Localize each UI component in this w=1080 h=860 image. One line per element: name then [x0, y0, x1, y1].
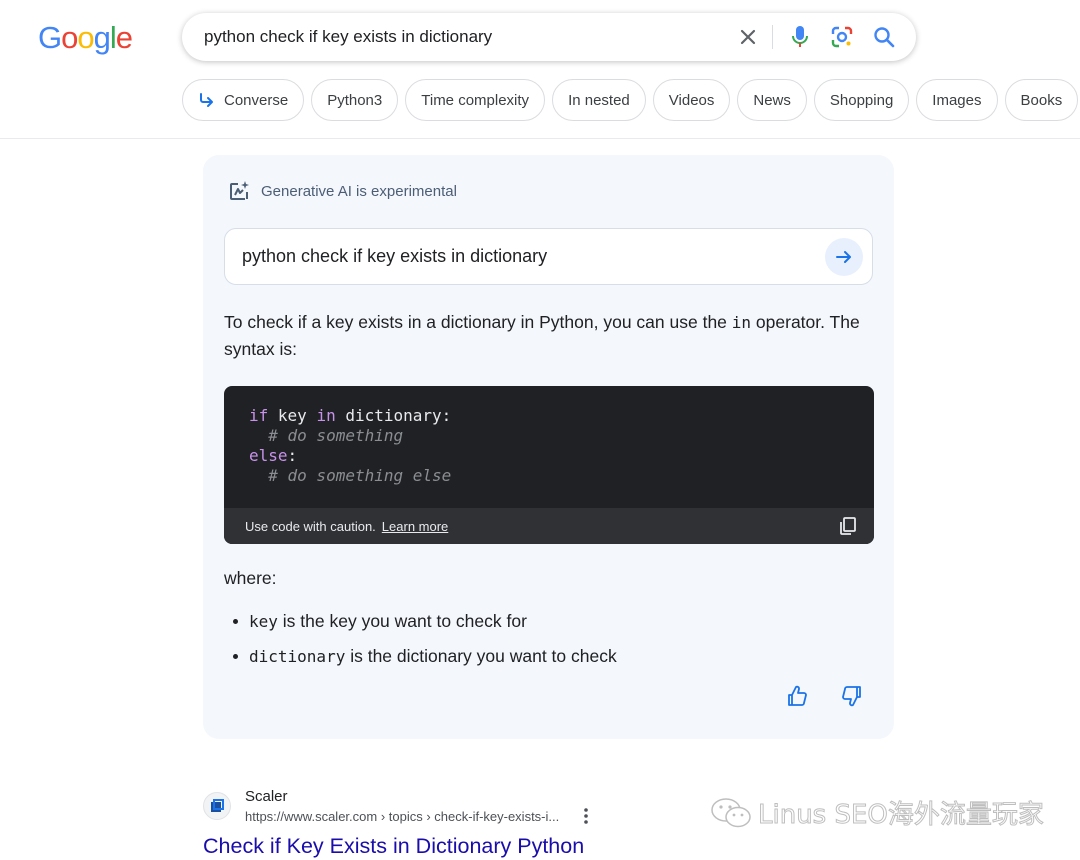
search-icon[interactable]: [872, 25, 896, 49]
chip-books[interactable]: Books: [1004, 79, 1079, 121]
thumbs-down-icon[interactable]: [840, 684, 864, 708]
close-icon[interactable]: [736, 25, 760, 49]
logo-letter: G: [38, 20, 62, 55]
arrow-right-icon: [836, 251, 851, 263]
search-query[interactable]: python check if key exists in dictionary: [204, 27, 492, 47]
submit-arrow-button[interactable]: [825, 238, 863, 276]
chip-python3[interactable]: Python3: [311, 79, 399, 121]
code-line: # do something else: [249, 466, 452, 485]
mic-icon[interactable]: [788, 25, 812, 49]
generative-ai-badge: Generative AI is experimental: [227, 179, 457, 203]
wechat-icon: [711, 797, 751, 827]
result-title-link[interactable]: Check if Key Exists in Dictionary Python: [203, 834, 584, 859]
google-search-page: Google python check if key exists in dic…: [0, 0, 1080, 860]
result-url[interactable]: https://www.scaler.com › topics › check-…: [245, 809, 559, 824]
parameter-list: key is the key you want to check for dic…: [224, 604, 617, 674]
ai-answer-text: To check if a key exists in a dictionary…: [224, 312, 860, 359]
sparkle-icon: [230, 181, 249, 200]
code-line: # do something: [249, 426, 404, 445]
result-site-name[interactable]: Scaler: [245, 788, 288, 805]
code-block: if key in dictionary: # do something else…: [224, 386, 874, 544]
code-footer: Use code with caution. Learn more: [224, 508, 874, 544]
followup-query-text[interactable]: python check if key exists in dictionary: [242, 246, 547, 267]
lens-icon[interactable]: [830, 25, 854, 49]
list-item: key is the key you want to check for: [224, 604, 617, 639]
chip-shopping[interactable]: Shopping: [813, 79, 910, 121]
watermark: Linus SEO海外流量玩家: [710, 794, 1044, 831]
more-options-icon[interactable]: [578, 806, 594, 826]
list-item: dictionary is the dictionary you want to…: [224, 639, 617, 674]
thumbs-up-icon[interactable]: [785, 684, 809, 708]
filter-chips: Converse Python3 Time complexity In nest…: [182, 79, 1079, 121]
chip-news[interactable]: News: [737, 79, 807, 121]
chip-converse[interactable]: Converse: [182, 79, 305, 121]
watermark-text: Linus SEO海外流量玩家: [758, 800, 1045, 831]
chip-time-complexity[interactable]: Time complexity: [405, 79, 546, 121]
inline-code: in: [731, 313, 752, 332]
header-divider: [0, 138, 1080, 139]
chip-in-nested[interactable]: In nested: [552, 79, 646, 121]
logo-letter: g: [93, 20, 111, 55]
followup-query-box[interactable]: python check if key exists in dictionary: [224, 228, 873, 285]
site-favicon[interactable]: [203, 792, 231, 820]
code-content[interactable]: if key in dictionary: # do something else…: [249, 406, 451, 486]
copy-icon[interactable]: [838, 516, 858, 536]
logo-letter: o: [61, 20, 78, 55]
learn-more-link[interactable]: Learn more: [382, 519, 448, 534]
arrow-return-icon: [200, 93, 213, 107]
logo-letter: o: [77, 20, 94, 55]
code-caution-text: Use code with caution.: [245, 518, 376, 534]
search-box[interactable]: python check if key exists in dictionary: [182, 13, 916, 61]
where-label: where:: [224, 568, 277, 588]
google-logo[interactable]: Google: [38, 20, 133, 56]
code-line: else:: [249, 446, 298, 465]
chip-videos[interactable]: Videos: [652, 79, 731, 121]
generative-ai-label: Generative AI is experimental: [261, 182, 457, 200]
generative-ai-panel: Generative AI is experimental python che…: [203, 155, 894, 739]
search-divider: [772, 25, 773, 49]
chip-images[interactable]: Images: [916, 79, 998, 121]
code-line: if key in dictionary:: [249, 406, 452, 425]
logo-letter: e: [115, 20, 133, 55]
